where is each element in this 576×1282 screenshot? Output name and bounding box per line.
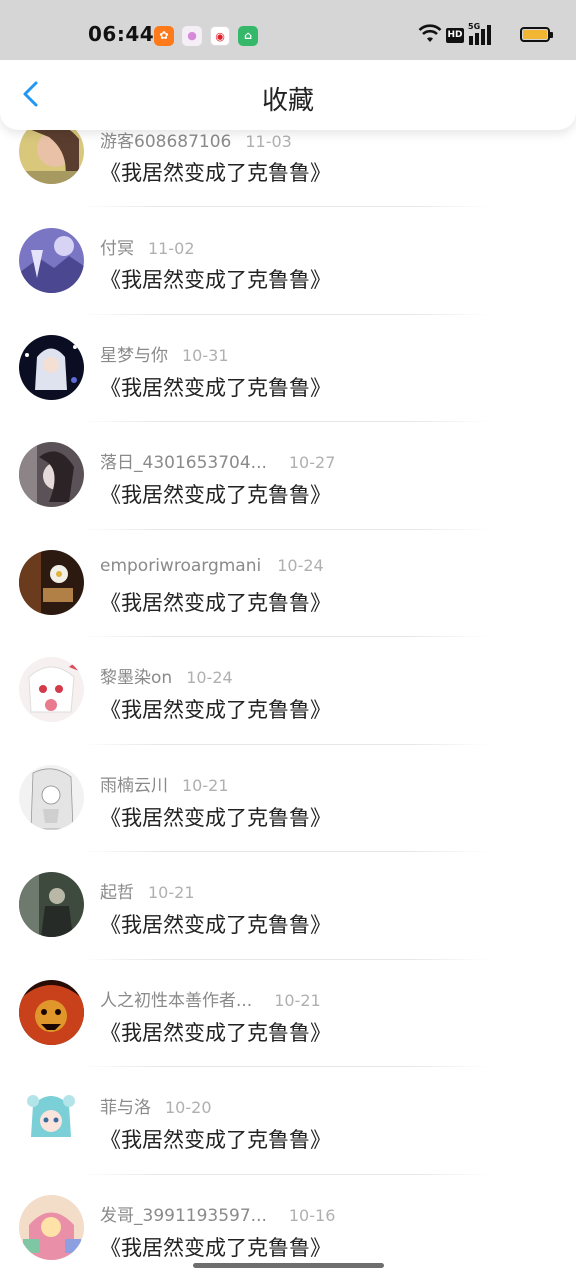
avatar: [19, 1195, 84, 1260]
username: 起哲: [100, 883, 134, 903]
username: 落日_4301653704...: [100, 453, 267, 473]
avatar: [19, 335, 84, 400]
book-title[interactable]: 《我居然变成了克鲁鲁》: [100, 587, 331, 617]
app-icon-red: ◉: [210, 26, 230, 46]
list-item[interactable]: 人之初性本善作者... 10-21 《我居然变成了克鲁鲁》: [0, 960, 576, 1067]
list-item[interactable]: 付冥 11-02 《我居然变成了克鲁鲁》: [0, 207, 576, 314]
avatar: [19, 980, 84, 1045]
book-title[interactable]: 《我居然变成了克鲁鲁》: [100, 157, 331, 187]
book-title[interactable]: 《我居然变成了克鲁鲁》: [100, 479, 331, 509]
home-indicator[interactable]: [193, 1263, 384, 1268]
book-title[interactable]: 《我居然变成了克鲁鲁》: [100, 1017, 331, 1047]
status-time: 06:44: [88, 22, 155, 46]
list-item[interactable]: 星梦与你 10-31 《我居然变成了克鲁鲁》: [0, 315, 576, 422]
wifi-icon: [418, 24, 442, 42]
collect-date: 10-21: [182, 776, 229, 795]
page-title: 收藏: [261, 86, 314, 116]
cellular-signal-icon: [469, 25, 491, 45]
username: 发哥_3991193597...: [100, 1206, 267, 1226]
username: emporiwroargmani: [100, 556, 262, 576]
collect-date: 10-21: [274, 991, 321, 1010]
battery-icon: [520, 27, 553, 42]
avatar: [19, 872, 84, 937]
username: 雨楠云川: [100, 776, 168, 796]
book-title[interactable]: 《我居然变成了克鲁鲁》: [100, 1124, 331, 1154]
collect-date: 10-21: [148, 883, 195, 902]
username: 付冥: [100, 239, 134, 259]
collect-date: 11-03: [245, 132, 292, 151]
list-item[interactable]: 起哲 10-21 《我居然变成了克鲁鲁》: [0, 852, 576, 959]
avatar: [19, 765, 84, 830]
list-item[interactable]: 落日_4301653704... 10-27 《我居然变成了克鲁鲁》: [0, 422, 576, 529]
avatar: [19, 550, 84, 615]
list-item[interactable]: 黎墨染on 10-24 《我居然变成了克鲁鲁》: [0, 637, 576, 744]
book-title[interactable]: 《我居然变成了克鲁鲁》: [100, 694, 331, 724]
list-item[interactable]: 雨楠云川 10-21 《我居然变成了克鲁鲁》: [0, 745, 576, 852]
app-icon-green: ⌂: [238, 26, 258, 46]
collect-date: 10-20: [165, 1098, 212, 1117]
collect-date: 11-02: [148, 239, 195, 258]
username: 黎墨染on: [100, 668, 173, 688]
page-header: 收藏: [0, 58, 576, 130]
book-title[interactable]: 《我居然变成了克鲁鲁》: [100, 802, 331, 832]
username: 游客608687106: [100, 132, 232, 152]
collect-date: 10-16: [288, 1206, 336, 1225]
app-icon-orange: ✿: [154, 26, 174, 46]
book-title[interactable]: 《我居然变成了克鲁鲁》: [100, 372, 331, 402]
username: 人之初性本善作者...: [100, 991, 253, 1011]
collect-date: 10-31: [182, 346, 229, 365]
avatar: [19, 1087, 84, 1152]
book-title[interactable]: 《我居然变成了克鲁鲁》: [100, 1232, 331, 1262]
collect-date: 10-27: [288, 453, 336, 472]
list-item[interactable]: 菲与洛 10-20 《我居然变成了克鲁鲁》: [0, 1067, 576, 1174]
username: 星梦与你: [100, 346, 168, 366]
list-item[interactable]: emporiwroargmani 10-24 《我居然变成了克鲁鲁》: [0, 530, 576, 637]
avatar: [19, 442, 84, 507]
collect-date: 10-24: [186, 668, 233, 687]
avatar: [19, 657, 84, 722]
book-title[interactable]: 《我居然变成了克鲁鲁》: [100, 264, 331, 294]
status-bar: 06:44 ✿ ● ◉ ⌂ HD 5G: [0, 0, 576, 60]
book-title[interactable]: 《我居然变成了克鲁鲁》: [100, 909, 331, 939]
app-icon-pink: ●: [182, 26, 202, 46]
avatar: [19, 228, 84, 293]
collect-date: 10-24: [277, 556, 324, 575]
username: 菲与洛: [100, 1098, 151, 1118]
hd-badge: HD: [446, 28, 464, 43]
